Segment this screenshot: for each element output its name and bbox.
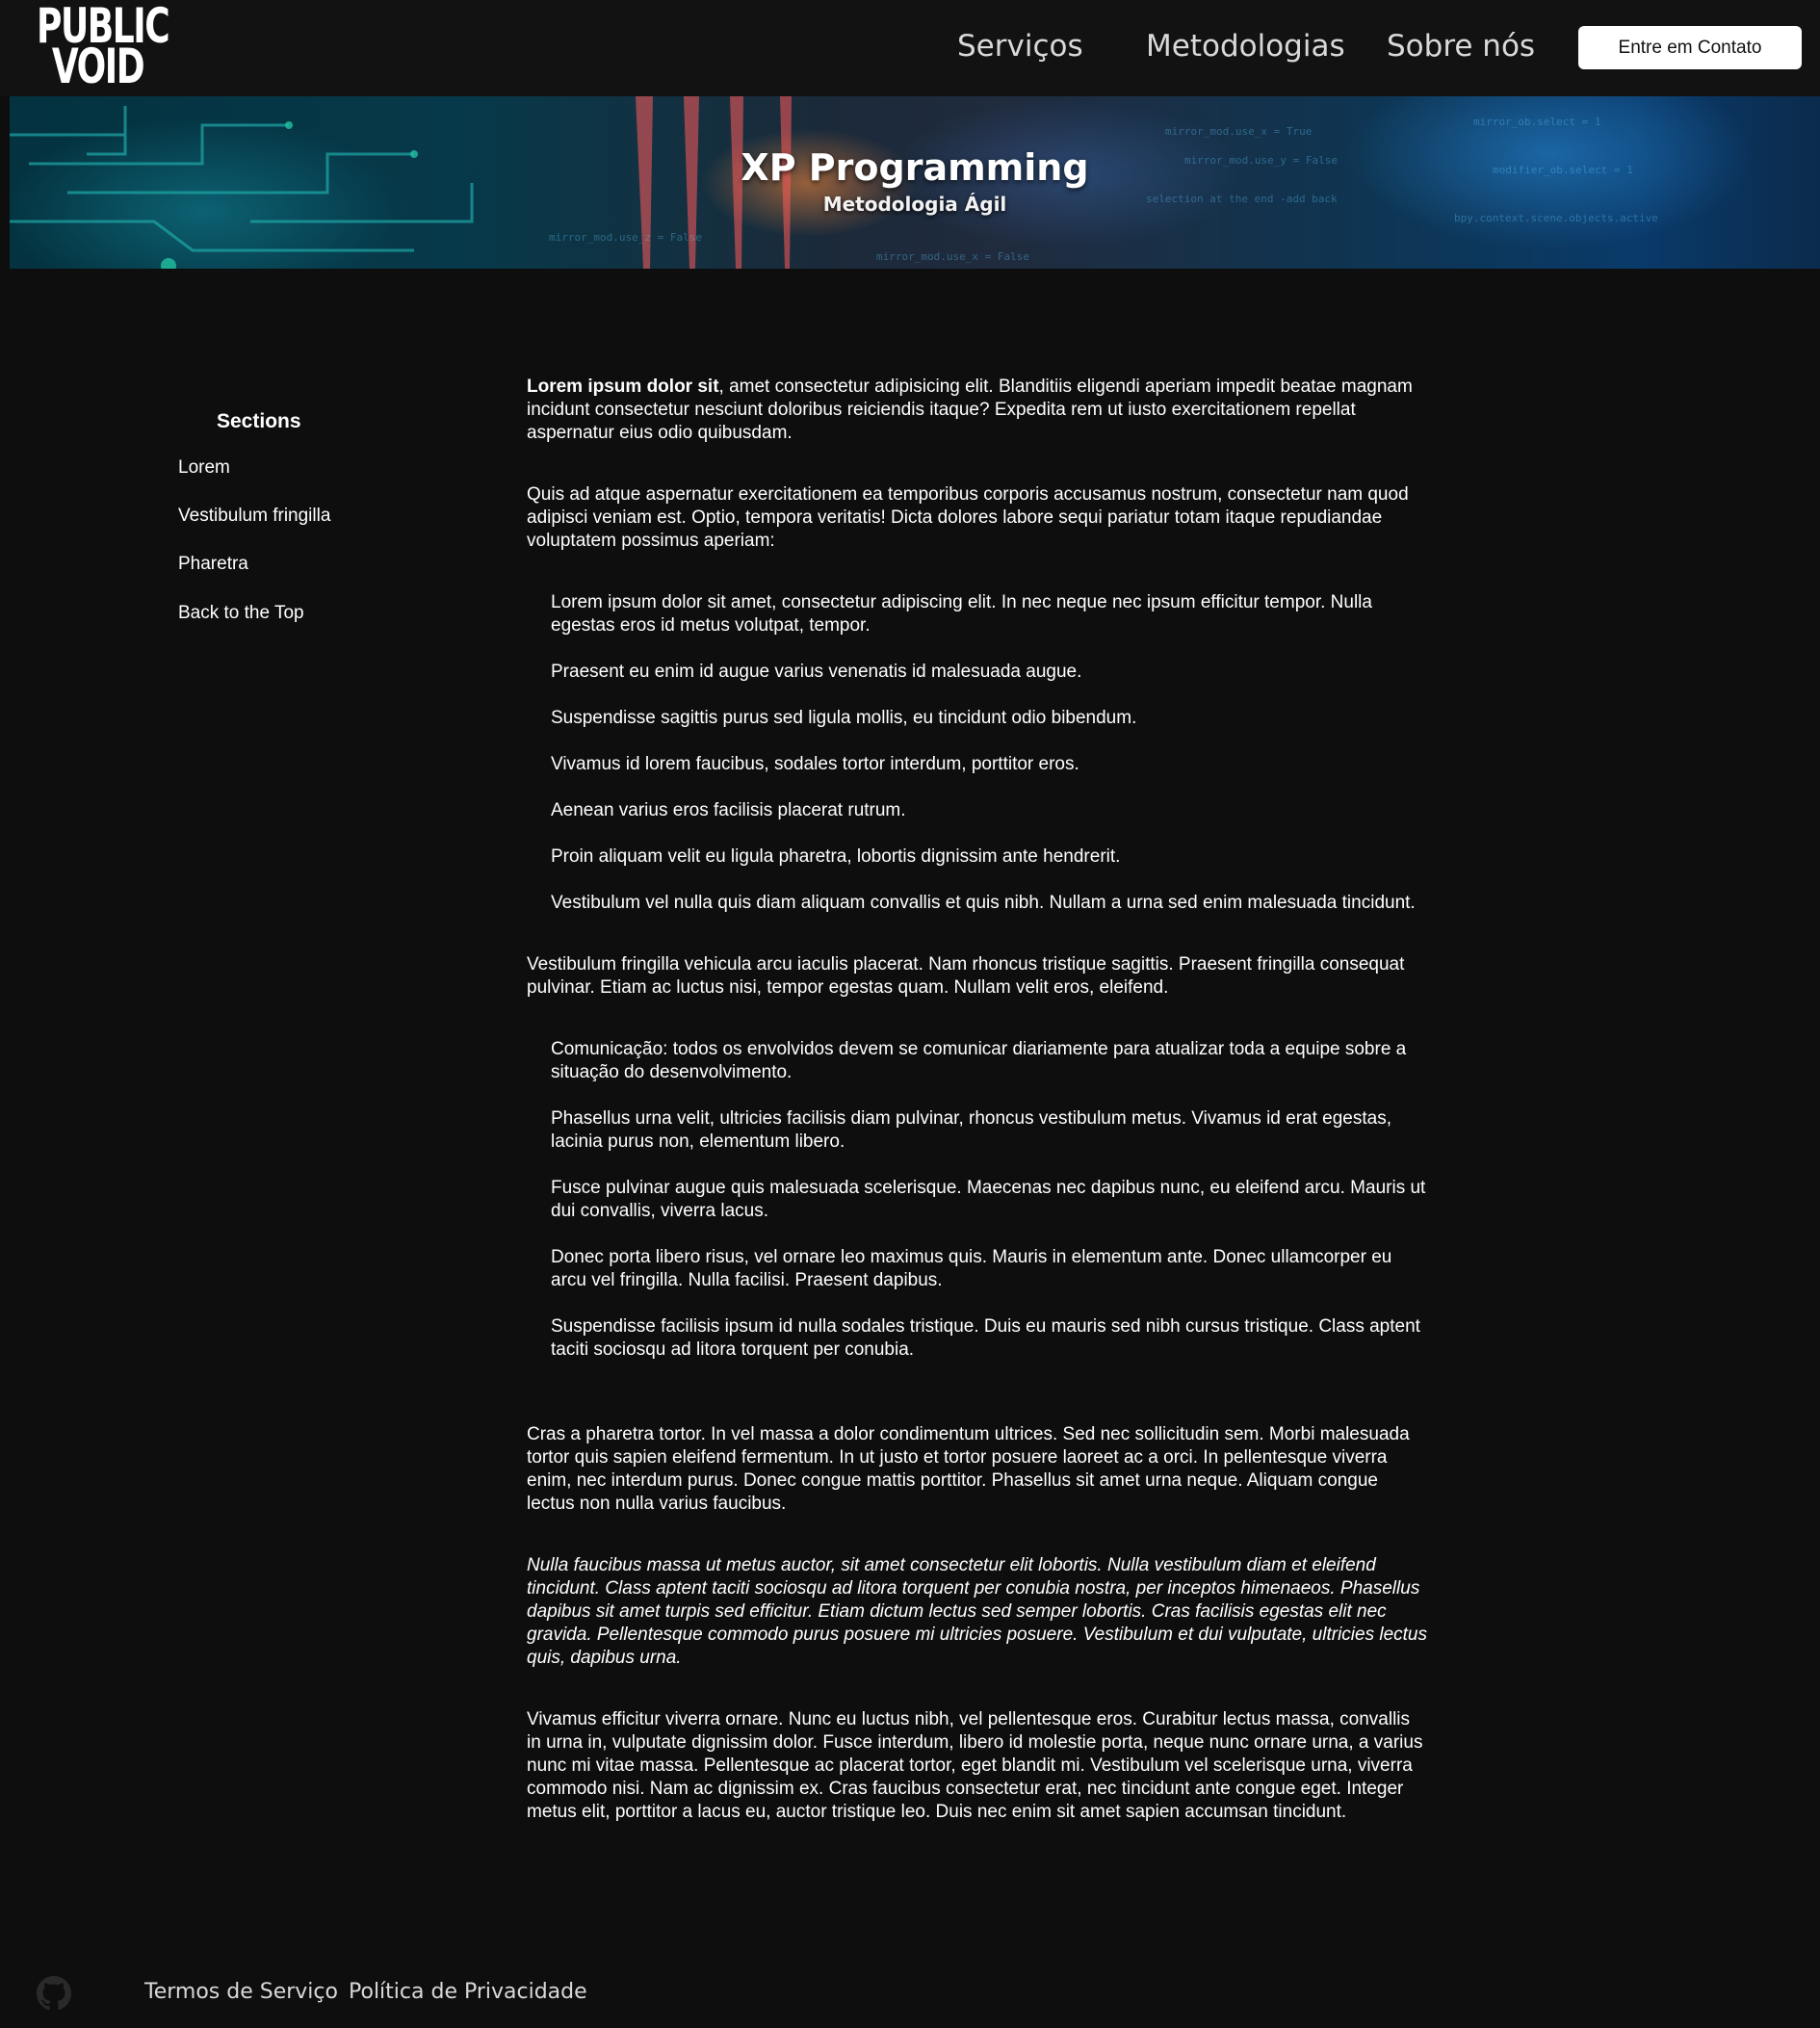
sidebar-item-vestibulum-fringilla[interactable]: Vestibulum fringilla: [178, 506, 330, 527]
hero-banner: mirror_mod.use_x = True mirror_mod.use_y…: [10, 96, 1820, 269]
list-item: Aenean varius eros facilisis placerat ru…: [551, 800, 906, 820]
list-item: Vivamus id lorem faucibus, sodales torto…: [551, 754, 1079, 774]
contact-button[interactable]: Entre em Contato: [1578, 26, 1802, 69]
footer-privacy-link[interactable]: Política de Privacidade: [349, 1980, 587, 2004]
list-item: Praesent eu enim id augue varius venenat…: [551, 662, 1082, 682]
sidebar-item-pharetra[interactable]: Pharetra: [178, 554, 248, 575]
svg-text:mirror_mod.use_x = True: mirror_mod.use_x = True: [1165, 125, 1312, 138]
list-item: Phasellus urna velit, ultricies facilisi…: [551, 1108, 1391, 1152]
list-item: Donec porta libero risus, vel ornare leo…: [551, 1247, 1392, 1290]
nav-sobre-nos[interactable]: Sobre nós: [1387, 29, 1535, 64]
bullet-list-1: Lorem ipsum dolor sit amet, consectetur …: [527, 591, 1427, 915]
nav-metodologias[interactable]: Metodologias: [1146, 29, 1345, 64]
list-item: Lorem ipsum dolor sit amet, consectetur …: [551, 592, 1372, 636]
list-item: Suspendisse facilisis ipsum id nulla sod…: [551, 1316, 1420, 1360]
public-void-logo[interactable]: PUBLIC VOID: [37, 2, 170, 94]
list-item: Suspendisse sagittis purus sed ligula mo…: [551, 708, 1137, 728]
top-navbar: PUBLIC VOID Serviços Metodologias Sobre …: [0, 0, 1820, 96]
sidebar-item-back-to-top[interactable]: Back to the Top: [178, 603, 304, 624]
github-icon[interactable]: [37, 1976, 71, 2011]
nav-servicos[interactable]: Serviços: [957, 29, 1083, 64]
list-item: Comunicação: todos os envolvidos devem s…: [551, 1039, 1407, 1082]
list-item: Proin aliquam velit eu ligula pharetra, …: [551, 846, 1121, 867]
hero-subtitle: Metodologia Ágil: [822, 193, 1007, 216]
svg-text:mirror_mod.use_x = False: mirror_mod.use_x = False: [876, 250, 1029, 263]
svg-text:mirror_ob.select = 1: mirror_ob.select = 1: [1473, 116, 1600, 128]
bullet-list-2: Comunicação: todos os envolvidos devem s…: [527, 1038, 1427, 1362]
hero-title: XP Programming: [741, 146, 1089, 189]
paragraph-3: Vestibulum fringilla vehicula arcu iacul…: [527, 954, 1405, 998]
intro-paragraph: Lorem ipsum dolor sit, amet consectetur …: [527, 376, 1427, 445]
logo-line-2: VOID: [51, 39, 145, 94]
paragraph-6: Vivamus efficitur viverra ornare. Nunc e…: [527, 1709, 1423, 1822]
list-item: Fusce pulvinar augue quis malesuada scel…: [551, 1178, 1426, 1221]
sidebar-item-lorem[interactable]: Lorem: [178, 457, 230, 479]
svg-text:mirror_mod.use_z = False: mirror_mod.use_z = False: [549, 231, 702, 244]
intro-bold: Lorem ipsum dolor sit: [527, 377, 719, 397]
paragraph-4: Cras a pharetra tortor. In vel massa a d…: [527, 1424, 1410, 1514]
footer-terms-link[interactable]: Termos de Serviço: [144, 1980, 338, 2004]
list-item: Vestibulum vel nulla quis diam aliquam c…: [551, 893, 1416, 913]
paragraph-2: Quis ad atque aspernatur exercitationem …: [527, 484, 1409, 551]
italic-paragraph: Nulla faucibus massa ut metus auctor, si…: [527, 1555, 1427, 1668]
sidebar-title: Sections: [217, 410, 301, 432]
article-content: Lorem ipsum dolor sit, amet consectetur …: [527, 376, 1427, 1824]
